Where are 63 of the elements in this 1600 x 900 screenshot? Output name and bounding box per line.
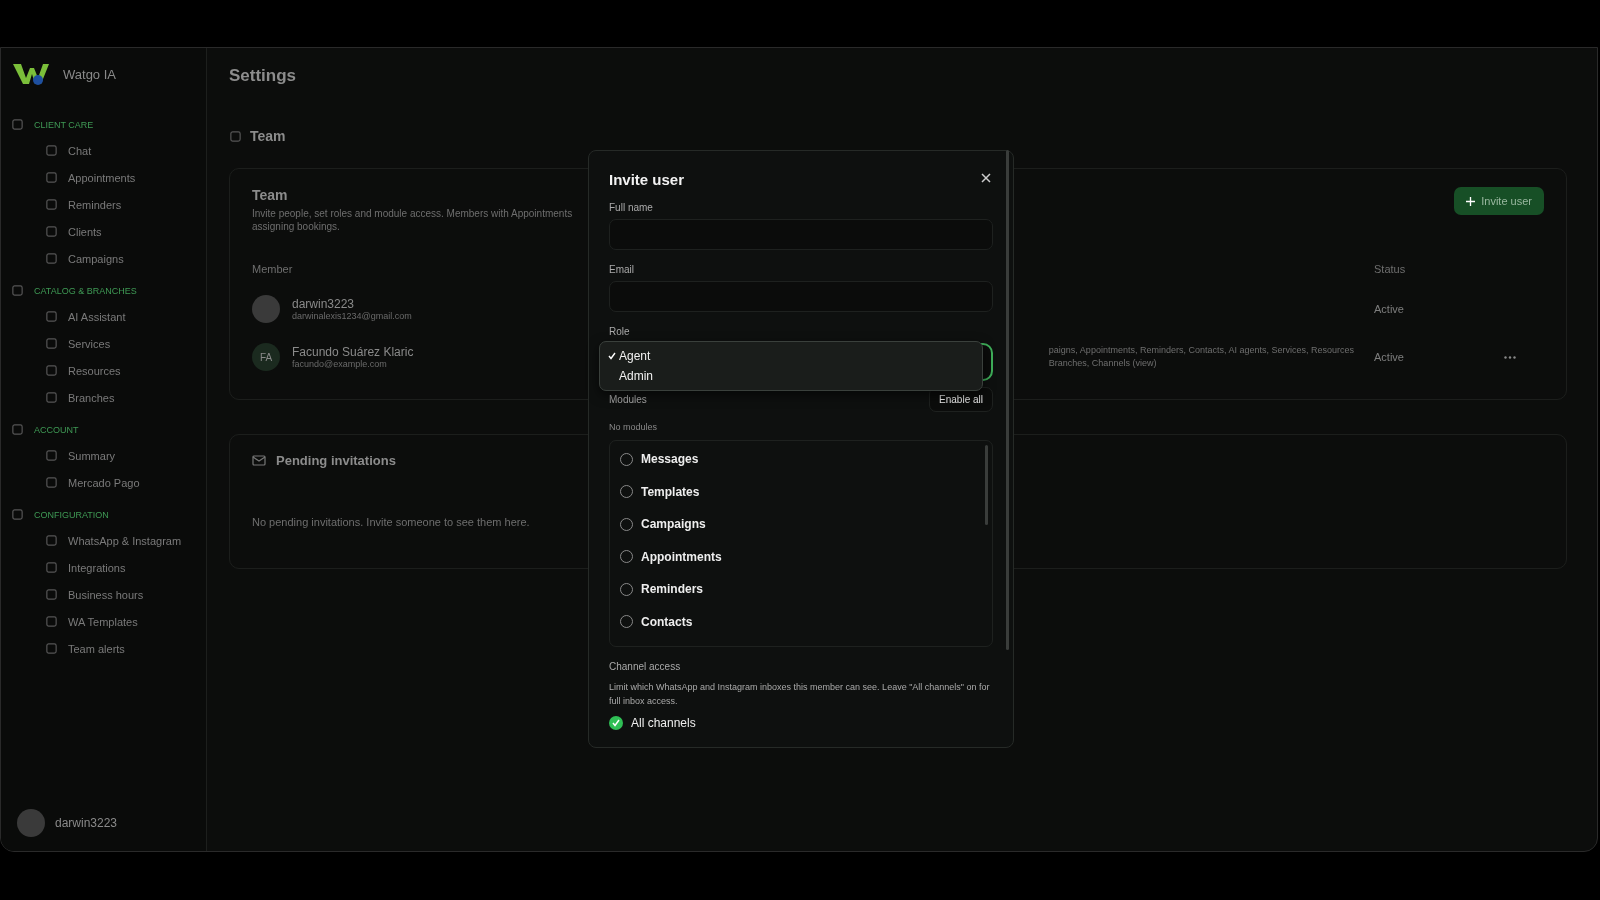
field-label: Email <box>609 264 635 275</box>
field-label: Modules <box>609 394 647 405</box>
module-label: Contacts <box>641 614 693 629</box>
sidebar-item[interactable]: Mercado Pago <box>1 469 206 496</box>
field-label: Role <box>609 326 631 337</box>
module-label: Messages <box>641 452 699 467</box>
dialog-title: Invite user <box>609 171 685 188</box>
plus-icon <box>1466 196 1476 206</box>
sidebar-item[interactable]: Reminders <box>1 191 206 218</box>
section-title: CLIENT CARE <box>34 119 94 130</box>
invite-user-button[interactable]: Invite user <box>1454 187 1544 215</box>
sidebar-item[interactable]: AI Assistant <box>1 303 206 330</box>
brand-name: Watgo IA <box>63 66 116 82</box>
sidebar-item[interactable]: WhatsApp & Instagram <box>1 527 206 554</box>
section-title: Pending invitations <box>276 453 396 468</box>
sidebar-item[interactable]: WA Templates <box>1 608 206 635</box>
section-title: ACCOUNT <box>34 424 79 435</box>
sidebar-item[interactable]: Business hours <box>1 581 206 608</box>
section-title: Team <box>250 128 286 144</box>
module-label: Campaigns <box>641 517 706 532</box>
module-label: Templates <box>641 484 700 499</box>
sidebar-item[interactable]: Resources <box>1 357 206 384</box>
sidebar-item[interactable]: Summary <box>1 442 206 469</box>
role-option[interactable]: Admin <box>600 366 982 386</box>
mail-icon <box>252 455 266 466</box>
module-label: Appointments <box>641 549 722 564</box>
logo <box>13 62 49 86</box>
card-description: Invite people, set roles and module access. Members with Appointments assigning bookings. <box>252 207 573 233</box>
member-name: darwin3223 <box>292 297 356 311</box>
member-email: darwinalexis1234@gmail.com <box>292 311 412 321</box>
member-status: Active <box>1374 303 1404 315</box>
column-header: Member <box>252 263 293 275</box>
modules-hint: No modules <box>609 422 659 432</box>
member-email: facundo@example.com <box>292 359 388 369</box>
section-title: CONFIGURATION <box>34 509 109 520</box>
card-title: Team <box>252 187 289 203</box>
sidebar-item[interactable]: Branches <box>1 384 206 411</box>
sidebar-item[interactable]: Appointments <box>1 164 206 191</box>
column-header: Status <box>1374 263 1406 275</box>
empty-message: No pending invitations. Invite someone to see them here. <box>252 516 530 528</box>
close-icon[interactable] <box>979 170 993 185</box>
member-modules: paigns, Appointments, Reminders, Contacts, AI agents, Services, Resources Branches, Channels (view) <box>1048 344 1354 370</box>
avatar: FA <box>252 343 280 371</box>
module-label: Reminders <box>641 582 704 597</box>
more-icon[interactable] <box>1504 355 1516 359</box>
field-label: Full name <box>609 202 654 213</box>
section-title: CATALOG & BRANCHES <box>34 285 137 296</box>
all-channels-checkbox[interactable] <box>609 716 623 730</box>
role-option[interactable]: Agent <box>600 346 982 366</box>
field-label: Channel access <box>609 661 682 672</box>
checkbox-label: All channels <box>631 716 696 730</box>
member-name: Facundo Suárez Klaric <box>292 345 414 359</box>
page-title: Settings <box>229 66 297 86</box>
sidebar-item[interactable]: Team alerts <box>1 635 206 662</box>
avatar <box>17 809 45 837</box>
channel-description: Limit which WhatsApp and Instagram inboxes this member can see. Leave "All channels" on for full inbox access. <box>609 681 991 708</box>
sidebar-item[interactable]: Campaigns <box>1 245 206 272</box>
sidebar-item[interactable]: Chat <box>1 137 206 164</box>
user-name: darwin3223 <box>55 816 118 830</box>
member-status: Active <box>1374 351 1404 363</box>
sidebar-item[interactable]: Clients <box>1 218 206 245</box>
sidebar-item[interactable]: Integrations <box>1 554 206 581</box>
sidebar-item[interactable]: Services <box>1 330 206 357</box>
